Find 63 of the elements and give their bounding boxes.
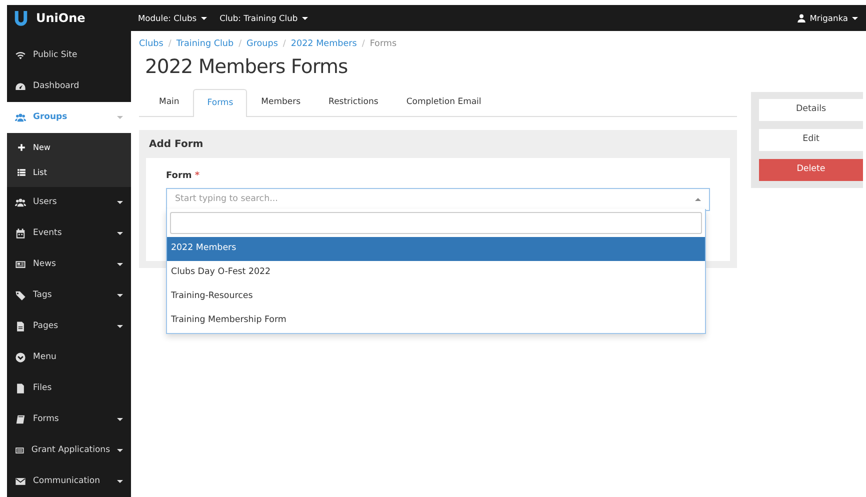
tab[interactable]: Forms (193, 88, 248, 117)
user-icon (796, 14, 806, 22)
panel-title: Add Form (148, 138, 204, 152)
breadcrumb-separator: / (168, 38, 172, 51)
dropdown-option[interactable]: Clubs Day O-Fest 2022 (167, 260, 705, 285)
breadcrumb-link[interactable]: 2022 Members (290, 38, 357, 52)
action-button[interactable]: Edit (759, 129, 863, 151)
tab[interactable]: Members (247, 88, 315, 116)
caret-icon (302, 16, 308, 20)
module-menu[interactable]: Club: Training Club (220, 12, 308, 24)
page-title: 2022 Members Forms (145, 55, 349, 79)
sidebar-item[interactable]: Users (7, 187, 131, 218)
search-field[interactable] (170, 212, 702, 234)
sidebar-item[interactable]: Files (7, 373, 131, 404)
dropdown-option[interactable]: Training Membership Form (167, 308, 705, 333)
tab[interactable]: Completion Email (392, 88, 496, 116)
sidebar-item[interactable]: Forms (7, 404, 131, 435)
document-icon (15, 321, 26, 332)
users-icon (15, 112, 26, 123)
sidebar-item[interactable]: Grant Applications (7, 435, 131, 466)
sidebar-item[interactable]: Events (7, 218, 131, 249)
submenu-item[interactable]: List (7, 160, 131, 185)
list-icon (15, 445, 24, 456)
sidebar-item[interactable]: Menu (7, 342, 131, 373)
sidebar-item[interactable]: Dashboard (7, 71, 131, 102)
logo-icon (14, 10, 28, 26)
sidebar-item[interactable]: Public Site (7, 40, 131, 71)
tab[interactable]: Restrictions (314, 88, 392, 116)
breadcrumb-current: Forms (370, 38, 397, 51)
breadcrumb-link[interactable]: Clubs (139, 38, 164, 52)
caret-icon (200, 16, 207, 20)
caret-icon (852, 16, 858, 20)
calendar-icon (15, 228, 26, 239)
breadcrumb-separator: / (362, 38, 365, 51)
dropdown-option[interactable]: Training-Resources (167, 284, 705, 309)
book-icon (15, 414, 26, 425)
delete-button[interactable]: Delete (759, 159, 863, 181)
envelope-icon (15, 476, 26, 487)
breadcrumb-separator: / (238, 38, 242, 51)
breadcrumb-separator: / (282, 38, 286, 51)
user-menu[interactable]: Mriganka (796, 12, 858, 24)
sidebar-item[interactable]: News (7, 249, 131, 280)
list-icon (17, 168, 26, 177)
submenu-item[interactable]: New (7, 135, 131, 160)
gauge-icon (15, 81, 26, 92)
sidebar-item[interactable]: Communication (7, 466, 131, 497)
module-menu[interactable]: Module: Clubs (138, 12, 207, 24)
tag-icon (15, 290, 26, 301)
users-icon (15, 197, 26, 208)
action-button[interactable]: Details (759, 99, 863, 121)
breadcrumb-link[interactable]: Training Club (176, 38, 234, 52)
newspaper-icon (15, 259, 26, 270)
brand-name: UniOne (36, 10, 86, 27)
sidebar-item[interactable]: Tags (7, 280, 131, 311)
sidebar-item[interactable]: Pages (7, 311, 131, 342)
dropdown-option[interactable]: 2022 Members (167, 236, 705, 261)
breadcrumb-link[interactable]: Groups (246, 38, 278, 52)
plus-icon (17, 143, 26, 152)
field-label: Form * (166, 170, 201, 183)
file-icon (15, 383, 26, 394)
wifi-icon (15, 50, 26, 61)
chevron-circle-icon (15, 352, 26, 363)
tab[interactable]: Main (145, 88, 194, 116)
